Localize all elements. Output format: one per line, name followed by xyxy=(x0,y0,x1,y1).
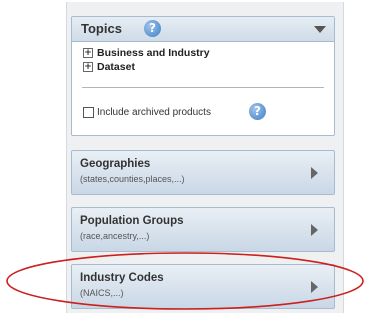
topic-item-dataset[interactable]: + Dataset xyxy=(83,61,135,73)
topics-panel: Topics ? + Business and Industry + Datas… xyxy=(71,16,335,136)
triangle-down-icon[interactable] xyxy=(314,26,326,33)
category-subtitle: (states,counties,places,...) xyxy=(80,174,185,184)
include-archived-option[interactable]: Include archived products xyxy=(83,107,211,118)
plus-box-icon[interactable]: + xyxy=(83,48,93,58)
filter-sidebar: Topics ? + Business and Industry + Datas… xyxy=(66,2,344,313)
help-icon[interactable]: ? xyxy=(144,20,161,37)
help-icon[interactable]: ? xyxy=(249,103,266,120)
topics-header[interactable]: Topics ? xyxy=(72,17,334,42)
triangle-right-icon[interactable] xyxy=(311,167,318,179)
category-subtitle: (NAICS,...) xyxy=(80,288,124,298)
topic-item-label: Dataset xyxy=(97,61,135,73)
topics-title: Topics xyxy=(81,21,122,36)
triangle-right-icon[interactable] xyxy=(311,281,318,293)
triangle-right-icon[interactable] xyxy=(311,224,318,236)
category-population-groups[interactable]: Population Groups (race,ancestry,...) xyxy=(71,207,335,252)
category-title: Geographies xyxy=(80,158,151,170)
include-archived-label: Include archived products xyxy=(97,107,211,118)
topic-item-label: Business and Industry xyxy=(97,47,210,59)
topic-item-business-and-industry[interactable]: + Business and Industry xyxy=(83,47,210,59)
category-industry-codes[interactable]: Industry Codes (NAICS,...) xyxy=(71,264,335,309)
include-archived-checkbox[interactable] xyxy=(83,107,94,118)
category-subtitle: (race,ancestry,...) xyxy=(80,231,150,241)
plus-box-icon[interactable]: + xyxy=(83,62,93,72)
divider xyxy=(82,87,324,88)
category-title: Industry Codes xyxy=(80,272,164,284)
category-geographies[interactable]: Geographies (states,counties,places,...) xyxy=(71,150,335,195)
category-title: Population Groups xyxy=(80,215,184,227)
